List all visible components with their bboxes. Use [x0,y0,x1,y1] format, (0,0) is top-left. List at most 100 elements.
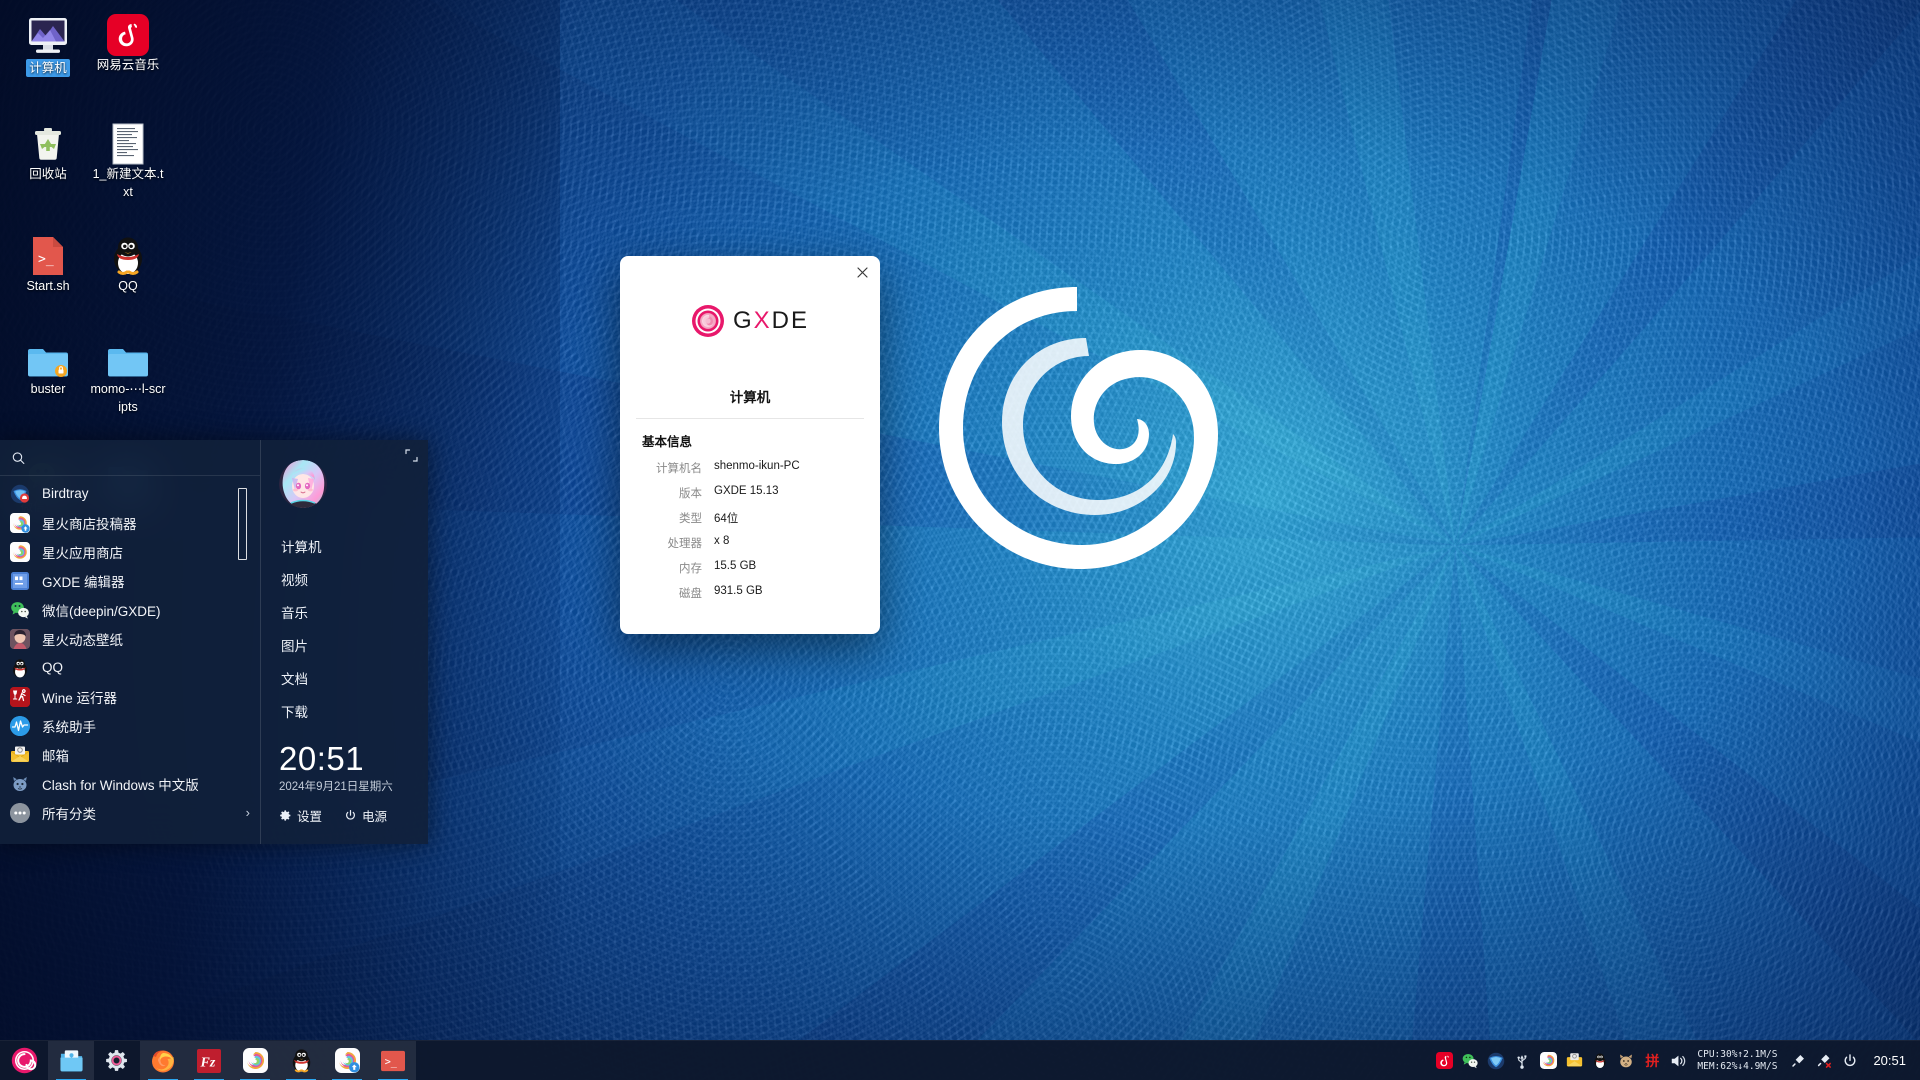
ime-tray[interactable]: 拼 [1639,1041,1665,1080]
row-key: 内存 [679,563,702,575]
table-row: 版本 GXDE 15.13 [620,485,880,501]
spark-tray[interactable] [1535,1041,1561,1080]
row-key: 磁盘 [679,588,702,600]
shell-script-icon: >_ [10,225,86,277]
firefox[interactable] [140,1040,186,1080]
taskbar-clock[interactable]: 20:51 [1873,1053,1906,1068]
app-label: Clash for Windows 中文版 [42,777,199,793]
search-input[interactable] [32,450,248,465]
filezilla[interactable]: Fz [186,1040,232,1080]
qq-tray[interactable] [1587,1041,1613,1080]
desktop-icon-momo-scripts[interactable]: momo-⋯l-scripts [90,328,166,416]
spark-store[interactable] [232,1040,278,1080]
file-manager[interactable] [48,1040,94,1080]
dialog-title: 计算机 [729,390,771,405]
app-item-wine-runner[interactable]: Wine 运行器 [0,682,260,711]
power-button[interactable] [1837,1041,1863,1080]
system-monitor[interactable]: CPU:30%↑2.1M/S MEM:62%↓4.9M/S [1697,1049,1777,1073]
app-item-clash-for-windows[interactable]: Clash for Windows 中文版 [0,769,260,798]
expand-icon[interactable] [405,449,419,463]
svg-text:>_: >_ [385,1057,398,1068]
desktop-icon-buster[interactable]: buster [10,328,86,416]
place-item-computer[interactable]: 计算机 [281,536,322,556]
row-value: 15.5 GB [714,560,757,572]
desktop-icon-text-file[interactable]: 1_新建文本.txt [90,113,166,201]
volume-tray[interactable] [1665,1041,1691,1080]
settings-label: 设置 [297,810,323,824]
app-item-spark-store[interactable]: 星火应用商店 [0,537,260,566]
row-key: 类型 [679,513,702,525]
usb-tray[interactable] [1509,1041,1535,1080]
settings-button[interactable]: 设置 [279,806,322,825]
firefox-icon [152,1049,174,1072]
network-disconnected[interactable] [1811,1041,1837,1080]
search-bar[interactable] [0,440,260,476]
app-item-wechat[interactable]: 微信(deepin/GXDE) [0,595,260,624]
desktop-icon-netease-music[interactable]: 网易云音乐 [90,4,166,77]
brand-wordmark: GXDE [733,307,809,335]
mail-tray[interactable] [1561,1041,1587,1080]
app-label: 系统助手 [42,719,96,735]
applist-scrollbar[interactable] [238,488,247,560]
power-button[interactable]: 电源 [344,806,387,825]
svg-text:>_: >_ [38,252,54,267]
power-icon [1844,1053,1856,1066]
application-list[interactable]: Birdtray 星火商店投稿器 星火应用商店 GXDE 编辑器 微信(deep… [0,476,260,844]
network-connected[interactable] [1785,1041,1811,1080]
app-label: 所有分类 [42,806,96,822]
power-label: 电源 [362,810,388,824]
spark-uploader[interactable] [324,1040,370,1080]
wechat-tray[interactable] [1457,1041,1483,1080]
terminal-icon: >_ [381,1050,405,1071]
search-icon [12,451,25,464]
app-item-spark-uploader[interactable]: 星火商店投稿器 [0,508,260,537]
place-item-documents[interactable]: 文档 [281,668,322,688]
place-item-downloads[interactable]: 下载 [281,701,322,721]
desktop-icon-label: buster [30,381,66,396]
app-item-birdtray[interactable]: Birdtray [0,479,260,508]
text-file-icon [90,113,166,165]
app-item-spark-wallpaper[interactable]: 星火动态壁纸 [0,624,260,653]
spark-wallpaper-icon [10,628,30,649]
desktop-icon-row: >_ Start.sh QQ [8,225,168,309]
desktop-icon-qq[interactable]: QQ [90,225,166,295]
close-icon[interactable] [852,262,872,282]
spark-store-icon [242,1048,268,1073]
speaker-icon [1672,1055,1686,1066]
app-item-all-categories[interactable]: 所有分类 › [0,798,260,827]
netease-music-tray[interactable] [1431,1041,1457,1080]
gxde-brand: GXDE [620,256,880,386]
place-item-videos[interactable]: 视频 [281,569,322,589]
desktop-icon-label: 计算机 [26,59,70,78]
place-item-music[interactable]: 音乐 [281,602,322,622]
gear-icon [280,810,291,821]
row-value: 931.5 GB [714,585,763,597]
brand-x: X [753,307,772,334]
terminal[interactable]: >_ [370,1040,416,1080]
table-row: 类型 64位 [620,510,880,526]
spark-store-icon [10,541,30,562]
app-item-gxde-editor[interactable]: GXDE 编辑器 [0,566,260,595]
desktop-icon-trash[interactable]: 回收站 [10,113,86,201]
row-key: 处理器 [667,538,703,550]
app-item-qq[interactable]: QQ [0,653,260,682]
chevron-right-icon: › [245,805,250,820]
app-label: QQ [42,660,64,675]
gxde-launcher[interactable] [0,1041,48,1080]
qq[interactable] [278,1040,324,1080]
clash-tray[interactable] [1613,1041,1639,1080]
desktop-icon-computer[interactable]: 计算机 [10,4,86,78]
app-label: 星火商店投稿器 [42,516,137,532]
avatar[interactable] [279,460,327,508]
app-item-mail[interactable]: 邮箱 [0,740,260,769]
row-value: GXDE 15.13 [714,485,779,497]
start-menu-left-pane: Birdtray 星火商店投稿器 星火应用商店 GXDE 编辑器 微信(deep… [0,440,260,844]
app-item-system-assistant[interactable]: 系统助手 [0,711,260,740]
place-item-pictures[interactable]: 图片 [281,635,322,655]
control-center[interactable] [94,1041,140,1080]
pinyin-ime-icon: 拼 [1645,1053,1660,1070]
thunderbird-tray[interactable] [1483,1041,1509,1080]
usb-icon [1517,1055,1527,1069]
netease-music-icon [90,4,166,56]
desktop-icon-start-sh[interactable]: >_ Start.sh [10,225,86,295]
